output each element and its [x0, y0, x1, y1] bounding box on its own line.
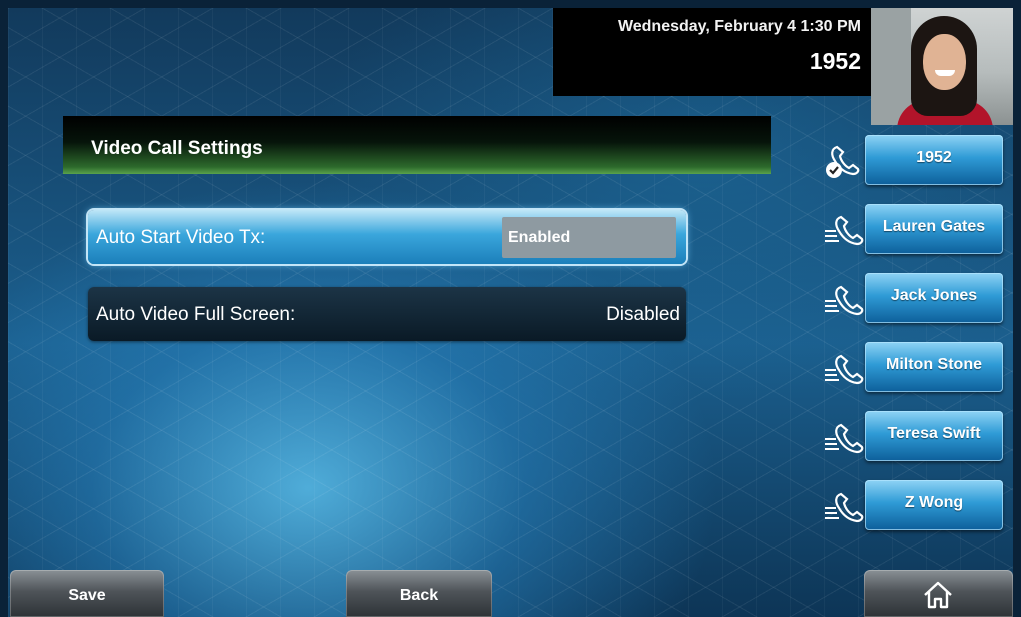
- setting-auto-start-video-tx[interactable]: Auto Start Video Tx: Enabled: [88, 210, 686, 264]
- page-title: Video Call Settings: [91, 138, 263, 159]
- phone-screen: Wednesday, February 4 1:30 PM 1952 Video…: [8, 8, 1013, 617]
- video-self-view: [871, 8, 1013, 125]
- speed-dial-icon: [825, 354, 864, 385]
- line-key-label: Jack Jones: [890, 287, 978, 304]
- save-label: Save: [68, 587, 106, 604]
- line-key-label: Z Wong: [904, 494, 964, 511]
- extension-number: 1952: [809, 48, 861, 74]
- setting-value-field[interactable]: Enabled: [502, 217, 676, 258]
- home-icon: [924, 581, 952, 609]
- speed-dial-icon: [825, 423, 864, 454]
- page-title-bar: Video Call Settings: [63, 116, 771, 174]
- back-label: Back: [399, 587, 439, 604]
- registered-line-icon: [826, 145, 860, 178]
- line-key-teresa-swift[interactable]: Teresa Swift: [865, 411, 1003, 461]
- setting-label: Auto Start Video Tx:: [96, 227, 266, 248]
- line-key-jack-jones[interactable]: Jack Jones: [865, 273, 1003, 323]
- line-key-label: Milton Stone: [886, 356, 982, 373]
- status-bar: Wednesday, February 4 1:30 PM 1952: [553, 8, 871, 96]
- date-time: Wednesday, February 4 1:30 PM: [617, 18, 861, 35]
- line-key-milton-stone[interactable]: Milton Stone: [865, 342, 1003, 392]
- line-key-1952[interactable]: 1952: [865, 135, 1003, 185]
- home-button[interactable]: [864, 570, 1013, 617]
- setting-auto-video-full-screen[interactable]: Auto Video Full Screen: Disabled: [88, 287, 686, 341]
- line-key-label: Lauren Gates: [882, 218, 986, 235]
- setting-value: Disabled: [606, 304, 680, 325]
- speed-dial-icon: [825, 492, 864, 523]
- line-key-label: 1952: [916, 149, 952, 166]
- line-key-label: Teresa Swift: [887, 425, 981, 442]
- speed-dial-icon: [825, 215, 864, 246]
- line-key-lauren-gates[interactable]: Lauren Gates: [865, 204, 1003, 254]
- setting-label: Auto Video Full Screen:: [96, 304, 296, 325]
- line-key-z-wong[interactable]: Z Wong: [865, 480, 1003, 530]
- setting-value: Enabled: [508, 229, 571, 246]
- back-button[interactable]: Back: [346, 570, 492, 617]
- speed-dial-icon: [825, 285, 864, 316]
- save-button[interactable]: Save: [10, 570, 164, 617]
